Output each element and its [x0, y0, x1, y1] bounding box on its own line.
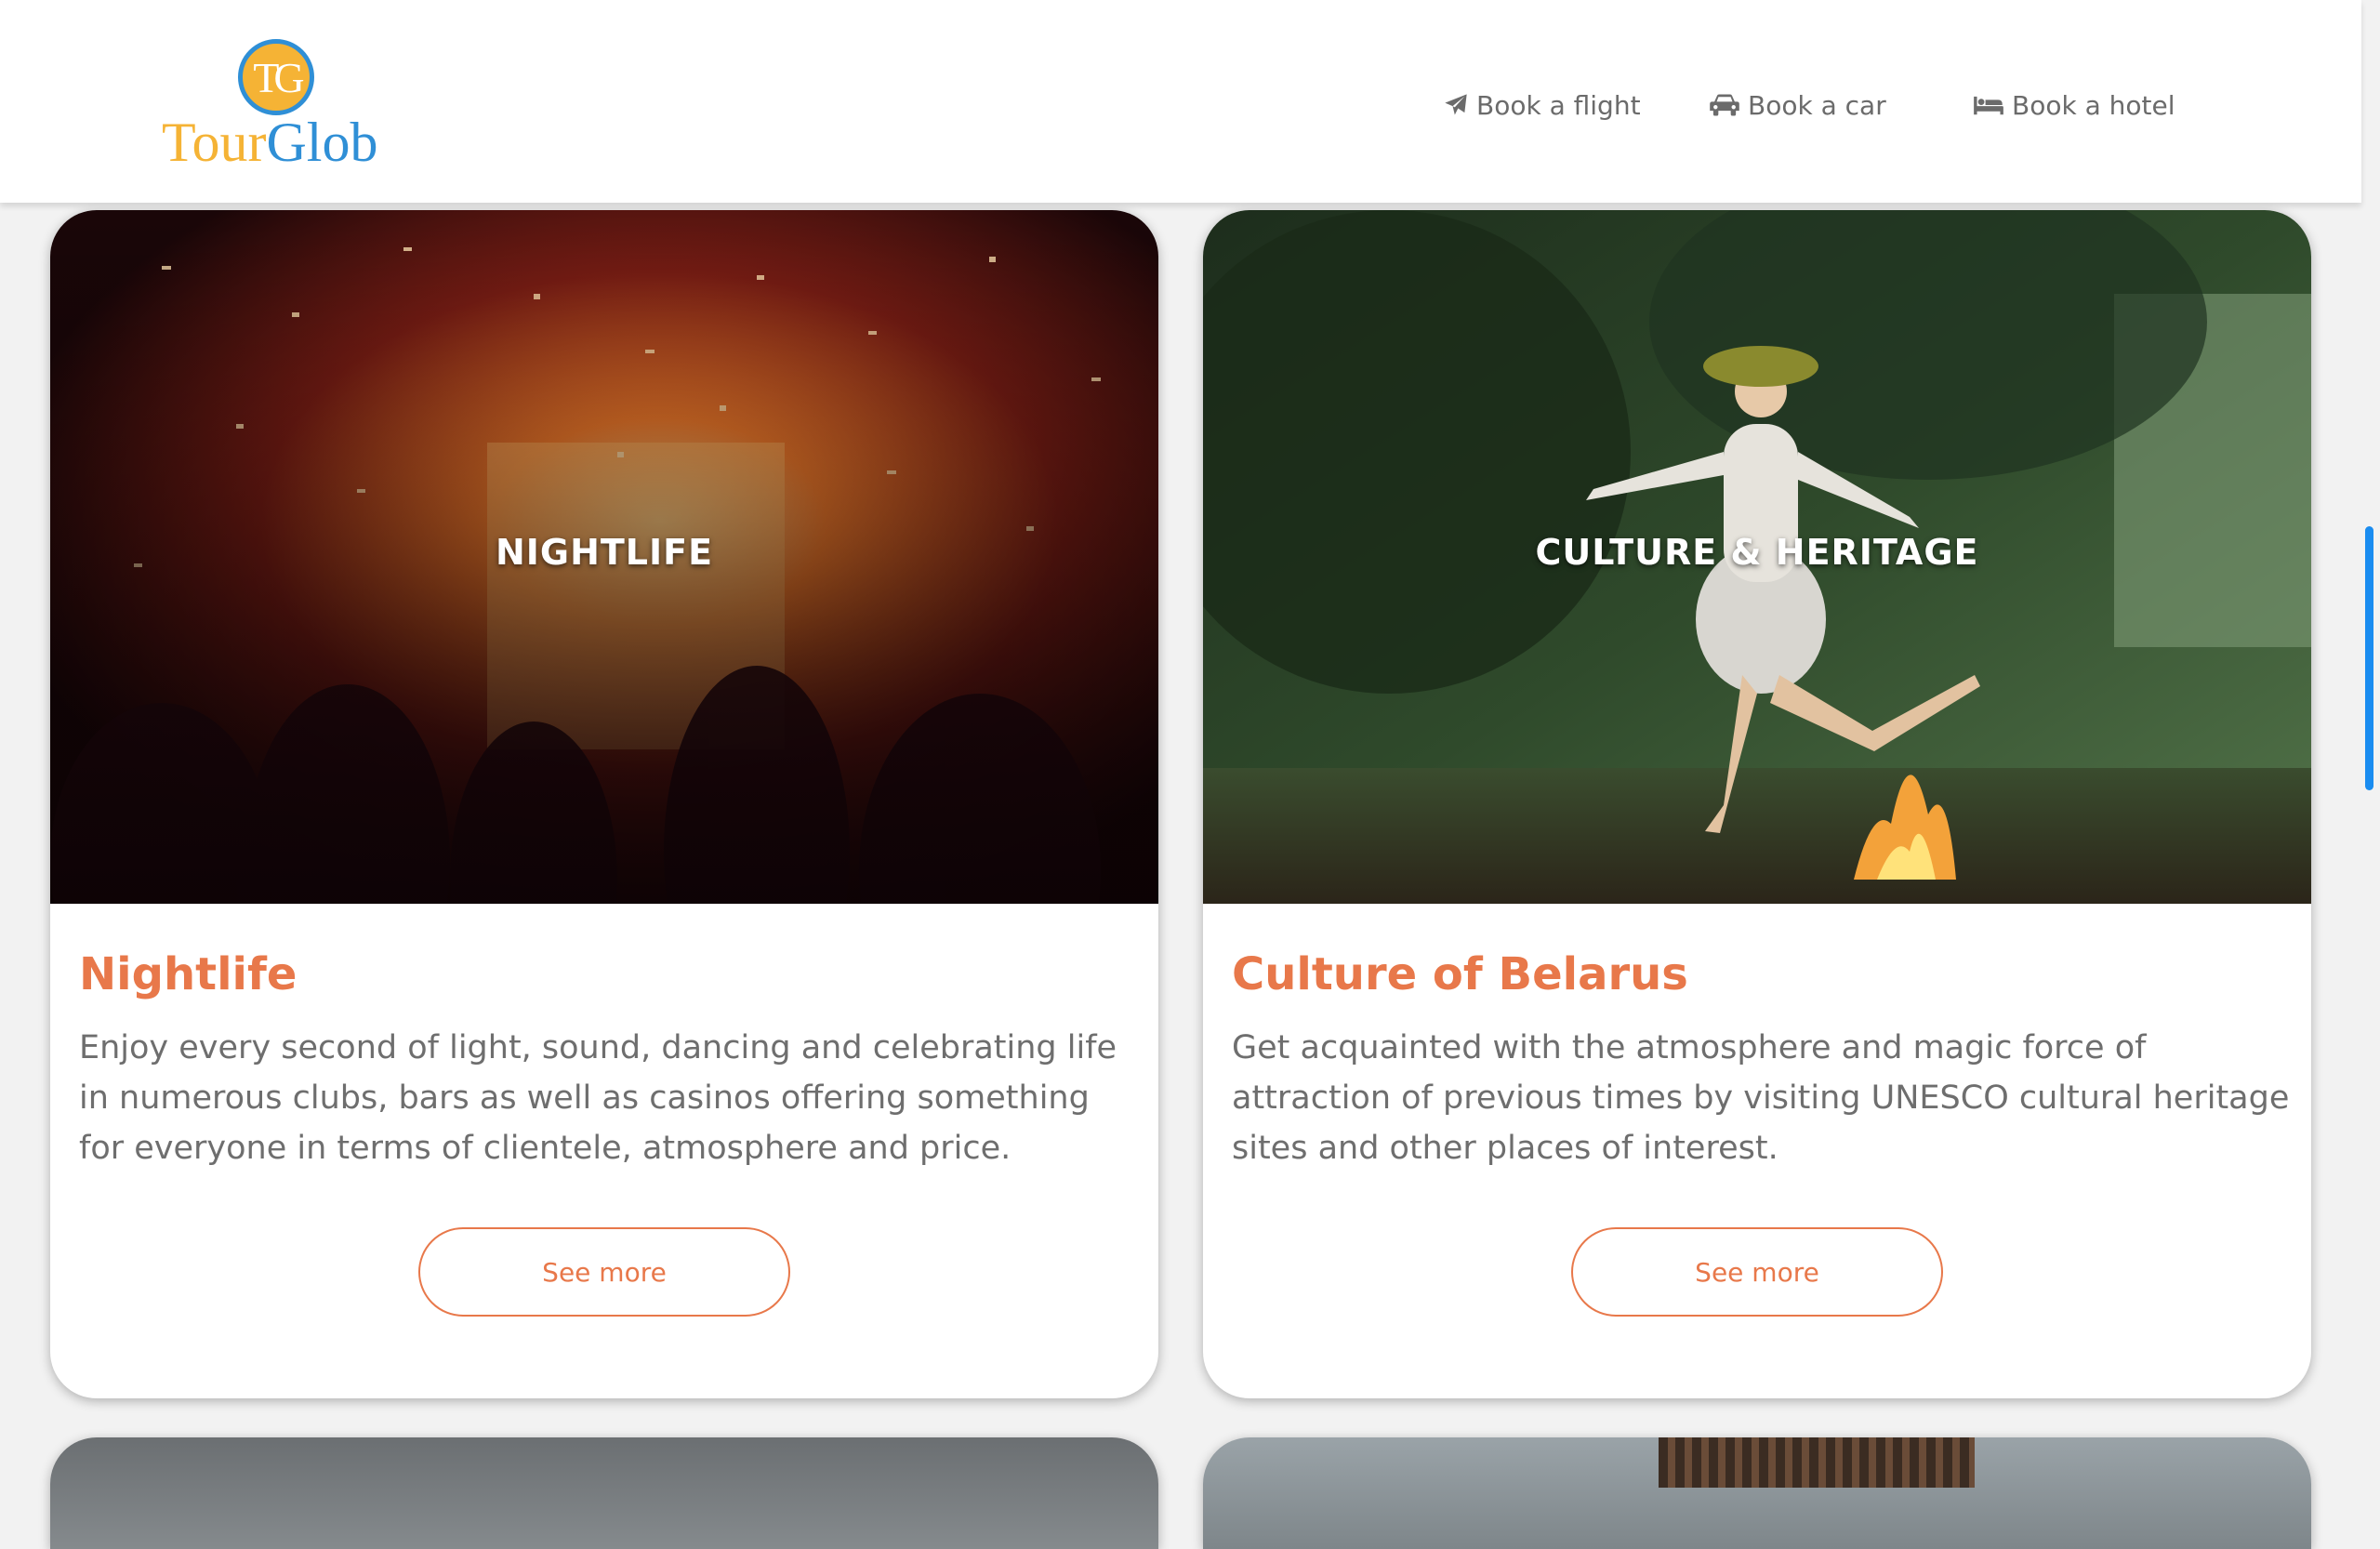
next-card-left-partial[interactable]	[50, 1437, 1158, 1549]
logo-wordmark: TourGlob	[162, 112, 377, 173]
culture-title: Culture of Belarus	[1232, 948, 1688, 1000]
logo-badge: TG	[238, 39, 314, 115]
next-card-right-partial[interactable]	[1203, 1437, 2311, 1549]
page-scrollbar-thumb[interactable]	[2365, 526, 2373, 790]
site-header: TG TourGlob Book a flight Book a car Boo…	[0, 0, 2361, 203]
nav-book-hotel[interactable]: Book a hotel	[1973, 84, 2175, 126]
culture-image: CULTURE & HERITAGE	[1203, 210, 2311, 904]
nightlife-see-more-button[interactable]: See more	[418, 1227, 790, 1317]
tourglob-logo[interactable]: TG TourGlob	[162, 35, 394, 173]
nav-book-flight[interactable]: Book a flight	[1443, 84, 1641, 126]
roof-image-fragment	[1659, 1437, 1975, 1488]
logo-initials: TG	[253, 53, 304, 101]
logo-name-part1: Tour	[162, 112, 267, 173]
culture-overlay-label: CULTURE & HERITAGE	[1535, 532, 1979, 573]
paper-plane-icon	[1445, 94, 1467, 115]
logo-name-part2: Glob	[266, 112, 378, 173]
culture-see-more-button[interactable]: See more	[1571, 1227, 1943, 1317]
nav-book-car[interactable]: Book a car	[1709, 84, 1886, 126]
nightlife-overlay-label: NIGHTLIFE	[495, 532, 714, 573]
nightlife-description: Enjoy every second of light, sound, danc…	[79, 1029, 1117, 1167]
car-icon	[1710, 94, 1739, 116]
nightlife-card: NIGHTLIFE Nightlife Enjoy every second o…	[50, 210, 1158, 1398]
nightlife-title: Nightlife	[79, 948, 298, 1000]
bed-icon	[1974, 96, 2003, 115]
nav-label-car: Book a car	[1748, 89, 1886, 121]
culture-card: CULTURE & HERITAGE Culture of Belarus Ge…	[1203, 210, 2311, 1398]
culture-description: Get acquainted with the atmosphere and m…	[1232, 1029, 2290, 1167]
nav-label-flight: Book a flight	[1476, 89, 1641, 121]
nightlife-image: NIGHTLIFE	[50, 210, 1158, 904]
nav-label-hotel: Book a hotel	[2012, 89, 2175, 121]
